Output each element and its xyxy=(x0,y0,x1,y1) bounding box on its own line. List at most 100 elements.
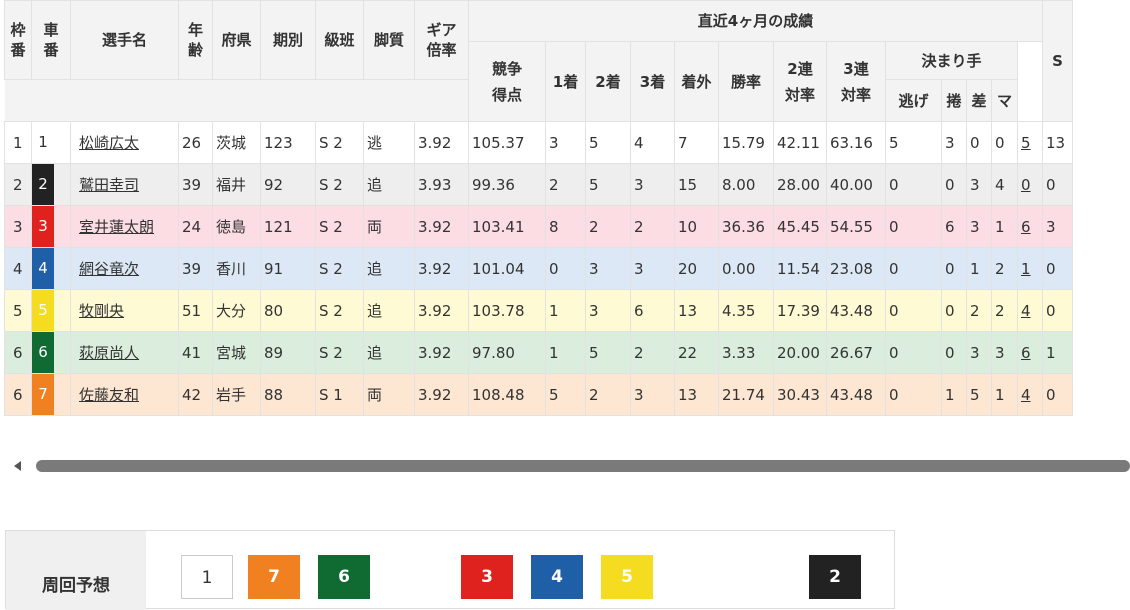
s-count-link[interactable]: 0 xyxy=(1021,176,1031,194)
car-number-cell: 5 xyxy=(31,289,71,332)
rate2-cell: 20.00 xyxy=(773,331,827,374)
leg-cell: 追 xyxy=(363,331,415,374)
ma-cell: 1 xyxy=(991,373,1018,416)
rider-name-cell: 室井蓮太朗 xyxy=(70,205,179,248)
rate3-cell: 43.48 xyxy=(826,289,886,332)
rate2-cell: 28.00 xyxy=(773,163,827,206)
pref-cell: 岩手 xyxy=(212,373,261,416)
s-count-link[interactable]: 4 xyxy=(1021,386,1031,404)
leg-cell: 両 xyxy=(363,373,415,416)
term-cell: 80 xyxy=(260,289,316,332)
makuri-cell: 0 xyxy=(941,289,967,332)
s-count-link[interactable]: 5 xyxy=(1021,134,1031,152)
score-cell: 101.04 xyxy=(468,247,546,290)
third-cell: 6 xyxy=(630,289,675,332)
nige-cell: 0 xyxy=(885,205,942,248)
leg-cell: 追 xyxy=(363,163,415,206)
scrollbar-thumb[interactable] xyxy=(36,460,1130,472)
table-row: 2 2 鷲田幸司 39 福井 92 S 2 追 3.93 99.36 2 5 3 15 8.00 28.00 4… xyxy=(4,163,1073,206)
gear-cell: 3.92 xyxy=(414,121,469,164)
win-cell: 0.00 xyxy=(718,247,774,290)
rider-name-link[interactable]: 荻原尚人 xyxy=(79,344,139,362)
b-cell: 1 xyxy=(1042,331,1073,374)
b-cell: 13 xyxy=(1042,121,1073,164)
header-score: 競争得点 xyxy=(468,41,546,122)
s-count-link[interactable]: 6 xyxy=(1021,218,1031,236)
rider-name-link[interactable]: 牧剛央 xyxy=(79,302,124,320)
header-rate3: 3連対率 xyxy=(826,41,886,122)
makuri-cell: 0 xyxy=(941,163,967,206)
nige-cell: 0 xyxy=(885,289,942,332)
s-count-cell: 4 xyxy=(1017,373,1043,416)
car-number-badge: 3 xyxy=(32,206,54,247)
header-age: 年齢 xyxy=(178,0,213,80)
rate2-cell: 42.11 xyxy=(773,121,827,164)
win-cell: 4.35 xyxy=(718,289,774,332)
prediction-car-3: 3 xyxy=(461,555,513,599)
rider-name-cell: 荻原尚人 xyxy=(70,331,179,374)
makuri-cell: 0 xyxy=(941,331,967,374)
car-number-badge: 7 xyxy=(32,374,54,415)
sashi-cell: 3 xyxy=(966,163,992,206)
rate3-cell: 40.00 xyxy=(826,163,886,206)
rate3-cell: 63.16 xyxy=(826,121,886,164)
s-count-cell: 6 xyxy=(1017,205,1043,248)
sashi-cell: 2 xyxy=(966,289,992,332)
waku-cell: 6 xyxy=(4,373,32,416)
rider-name-cell: 網谷竜次 xyxy=(70,247,179,290)
score-cell: 108.48 xyxy=(468,373,546,416)
term-cell: 92 xyxy=(260,163,316,206)
rider-name-link[interactable]: 網谷竜次 xyxy=(79,260,139,278)
score-cell: 103.41 xyxy=(468,205,546,248)
header-out: 着外 xyxy=(674,41,719,122)
term-cell: 91 xyxy=(260,247,316,290)
header-makuri: 捲 xyxy=(941,79,967,122)
s-count-link[interactable]: 6 xyxy=(1021,344,1031,362)
header-gear: ギア倍率 xyxy=(414,0,469,80)
rate3-cell: 23.08 xyxy=(826,247,886,290)
header-sha: 車番 xyxy=(31,0,71,80)
header-term: 期別 xyxy=(260,0,316,80)
waku-cell: 1 xyxy=(4,121,32,164)
gear-cell: 3.92 xyxy=(414,247,469,290)
ma-cell: 2 xyxy=(991,289,1018,332)
horizontal-scrollbar[interactable] xyxy=(14,457,1130,473)
first-cell: 1 xyxy=(545,289,586,332)
prediction-car-1: 1 xyxy=(181,555,233,599)
rider-name-link[interactable]: 鷲田幸司 xyxy=(79,176,139,194)
rate2-cell: 11.54 xyxy=(773,247,827,290)
win-cell: 21.74 xyxy=(718,373,774,416)
out-cell: 10 xyxy=(674,205,719,248)
ma-cell: 0 xyxy=(991,121,1018,164)
table-row: 1 1 松崎広太 26 茨城 123 S 2 逃 3.92 105.37 3 5 4 7 15.79 42.1… xyxy=(4,121,1073,164)
rider-name-link[interactable]: 松崎広太 xyxy=(79,134,139,152)
s-count-cell: 1 xyxy=(1017,247,1043,290)
header-rate2: 2連対率 xyxy=(773,41,827,122)
score-cell: 105.37 xyxy=(468,121,546,164)
win-cell: 15.79 xyxy=(718,121,774,164)
prediction-car-2: 2 xyxy=(809,555,861,599)
car-number-cell: 1 xyxy=(31,121,71,164)
header-leg: 脚質 xyxy=(363,0,415,80)
car-number-cell: 3 xyxy=(31,205,71,248)
car-number-badge: 5 xyxy=(32,290,54,331)
first-cell: 1 xyxy=(545,331,586,374)
class-cell: S 1 xyxy=(315,373,364,416)
gear-cell: 3.92 xyxy=(414,289,469,332)
s-count-link[interactable]: 1 xyxy=(1021,260,1031,278)
score-cell: 99.36 xyxy=(468,163,546,206)
rider-name-link[interactable]: 室井蓮太朗 xyxy=(79,218,154,236)
waku-cell: 2 xyxy=(4,163,32,206)
scroll-left-arrow-icon[interactable] xyxy=(14,461,21,471)
third-cell: 4 xyxy=(630,121,675,164)
rider-name-link[interactable]: 佐藤友和 xyxy=(79,386,139,404)
b-cell: 0 xyxy=(1042,373,1073,416)
pref-cell: 福井 xyxy=(212,163,261,206)
header-nige: 逃げ xyxy=(885,79,942,122)
s-count-link[interactable]: 4 xyxy=(1021,302,1031,320)
car-number-badge: 1 xyxy=(38,133,48,151)
waku-cell: 5 xyxy=(4,289,32,332)
third-cell: 3 xyxy=(630,247,675,290)
out-cell: 20 xyxy=(674,247,719,290)
second-cell: 2 xyxy=(585,205,631,248)
